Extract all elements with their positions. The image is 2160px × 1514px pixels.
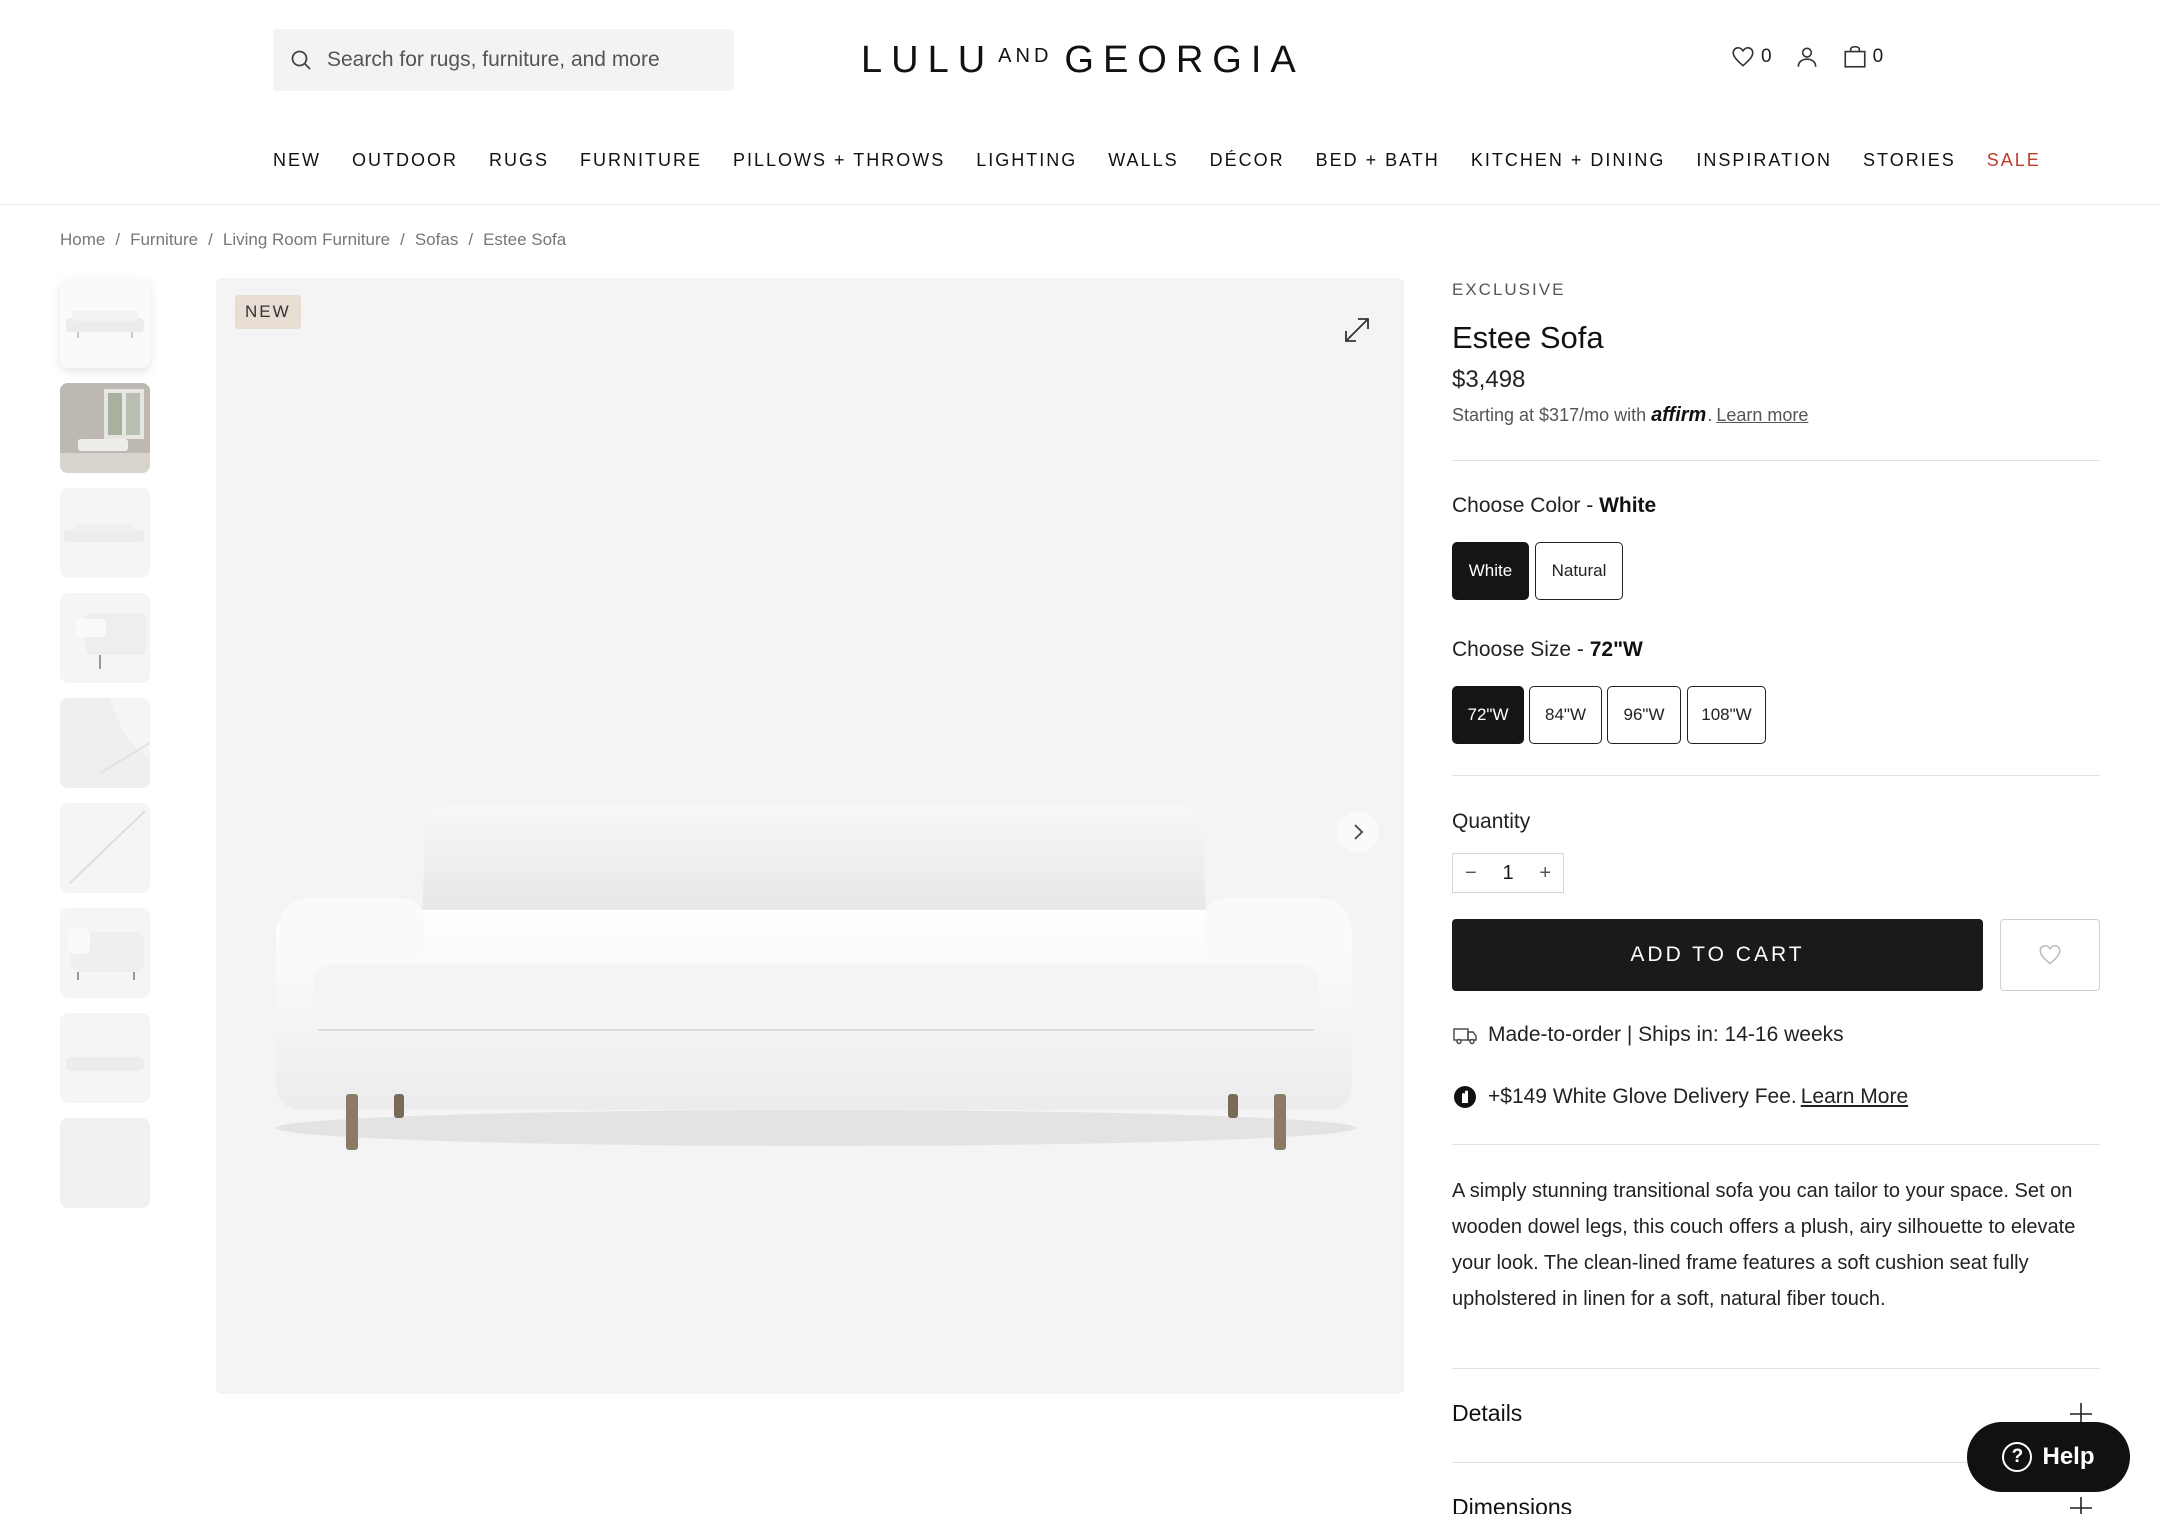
header-divider (0, 204, 2160, 205)
accordion-details-label: Details (1452, 1400, 1523, 1426)
add-to-cart-button[interactable]: ADD TO CART (1452, 919, 1983, 991)
minus-icon[interactable]: − (1465, 862, 1477, 885)
accordion-dimensions[interactable]: Dimensions (1452, 1494, 2100, 1514)
divider (1452, 1144, 2100, 1145)
nav-item-decor[interactable]: DÉCOR (1210, 150, 1285, 171)
delivery-text: +$149 White Glove Delivery Fee. (1488, 1085, 1797, 1108)
color-label: Choose Color - White (1452, 494, 1657, 517)
user-icon (1797, 47, 1817, 67)
wishlist-button[interactable]: 0 (1730, 44, 1772, 70)
account-button[interactable] (1794, 44, 1820, 70)
size-option-96[interactable]: 96"W (1607, 686, 1681, 744)
size-label: Choose Size - 72"W (1452, 638, 1643, 661)
product-description: A simply stunning transitional sofa you … (1452, 1180, 2076, 1310)
divider (1452, 1368, 2100, 1369)
plus-icon (2070, 1496, 2092, 1514)
nav-item-new[interactable]: NEW (273, 150, 321, 171)
nav-item-sale[interactable]: SALE (1987, 150, 2041, 171)
size-option-72[interactable]: 72"W (1452, 686, 1524, 744)
financing-text: Starting at $317/mo with (1452, 405, 1647, 425)
question-icon: ? (2002, 1442, 2033, 1472)
divider (1452, 775, 2100, 776)
nav-item-walls[interactable]: WALLS (1108, 150, 1178, 171)
product-title: Estee Sofa (1452, 320, 1604, 355)
affirm-logo: affirm (1651, 404, 1707, 426)
breadcrumb: Home / Furniture / Living Room Furniture / … (60, 230, 567, 250)
logo-word-lulu: LULU (861, 38, 995, 81)
financing-info: Starting at $317/mo with affirm. Learn m… (1452, 404, 1809, 426)
exclusive-label: EXCLUSIVE (1452, 280, 1566, 299)
breadcrumb-home[interactable]: Home (60, 230, 105, 250)
breadcrumb-sofas[interactable]: Sofas (415, 230, 458, 250)
thumbnail-5[interactable] (60, 698, 150, 788)
thumbnail-2[interactable] (60, 383, 150, 473)
main-nav: NEW OUTDOOR RUGS FURNITURE PILLOWS + THR… (273, 150, 2041, 171)
help-button[interactable]: ? Help (1967, 1422, 2130, 1492)
financing-learn-more-link[interactable]: Learn more (1716, 405, 1808, 426)
nav-item-furniture[interactable]: FURNITURE (580, 150, 702, 171)
color-option-natural[interactable]: Natural (1535, 542, 1623, 600)
delivery-info: +$149 White Glove Delivery Fee. Learn Mo… (1452, 1084, 1908, 1110)
cart-button[interactable]: 0 (1842, 44, 1884, 70)
nav-item-kitchen-dining[interactable]: KITCHEN + DINING (1471, 150, 1666, 171)
product-price: $3,498 (1452, 366, 1526, 393)
breadcrumb-furniture[interactable]: Furniture (130, 230, 198, 250)
nav-item-pillows-throws[interactable]: PILLOWS + THROWS (733, 150, 945, 171)
white-glove-icon (1454, 1086, 1476, 1108)
heart-icon (2039, 945, 2061, 965)
cart-count: 0 (1872, 46, 1884, 67)
plus-icon[interactable]: + (1539, 862, 1551, 885)
search-placeholder: Search for rugs, furniture, and more (327, 48, 660, 71)
header-utilities: 0 0 (1730, 44, 1883, 70)
size-option-108[interactable]: 108"W (1687, 686, 1766, 744)
accordion-dimensions-label: Dimensions (1452, 1494, 1573, 1514)
shipping-info: Made-to-order | Ships in: 14-16 weeks (1452, 1022, 1844, 1048)
thumbnail-7[interactable] (60, 908, 150, 998)
expand-icon[interactable] (1338, 311, 1376, 349)
breadcrumb-living-room-furniture[interactable]: Living Room Furniture (223, 230, 390, 250)
nav-item-rugs[interactable]: RUGS (489, 150, 549, 171)
thumbnail-list (60, 278, 150, 1223)
color-option-white[interactable]: White (1452, 542, 1529, 600)
add-to-wishlist-button[interactable] (2000, 919, 2100, 991)
divider (1452, 460, 2100, 461)
thumbnail-4[interactable] (60, 593, 150, 683)
truck-icon (1453, 1028, 1477, 1045)
size-selected: 72"W (1589, 638, 1643, 661)
breadcrumb-current: Estee Sofa (483, 230, 567, 249)
site-logo[interactable]: LULU AND GEORGIA (861, 36, 1305, 84)
logo-word-georgia: GEORGIA (1064, 38, 1305, 81)
shopping-bag-icon (1844, 45, 1866, 68)
size-option-84[interactable]: 84"W (1529, 686, 1602, 744)
thumbnail-9[interactable] (60, 1118, 150, 1208)
search-input[interactable]: Search for rugs, furniture, and more (273, 29, 734, 91)
sofa-illustration (276, 806, 1356, 1150)
delivery-learn-more-link[interactable]: Learn More (1801, 1085, 1908, 1109)
nav-item-inspiration[interactable]: INSPIRATION (1696, 150, 1832, 171)
product-image[interactable]: NEW (216, 278, 1404, 1394)
wishlist-count: 0 (1761, 46, 1772, 67)
search-icon (291, 50, 311, 70)
quantity-value[interactable]: 1 (1502, 862, 1513, 885)
shipping-text: Made-to-order | Ships in: 14-16 weeks (1488, 1023, 1844, 1046)
thumbnail-3[interactable] (60, 488, 150, 578)
nav-item-outdoor[interactable]: OUTDOOR (352, 150, 458, 171)
quantity-stepper: − 1 + (1452, 853, 1564, 893)
nav-item-bed-bath[interactable]: BED + BATH (1316, 150, 1440, 171)
nav-item-stories[interactable]: STORIES (1863, 150, 1956, 171)
logo-word-and: AND (998, 44, 1053, 67)
thumbnail-1[interactable] (60, 278, 150, 368)
nav-item-lighting[interactable]: LIGHTING (976, 150, 1077, 171)
quantity-label: Quantity (1452, 810, 1531, 833)
thumbnail-6[interactable] (60, 803, 150, 893)
thumbnail-8[interactable] (60, 1013, 150, 1103)
heart-icon (1732, 46, 1754, 67)
color-selected: White (1599, 494, 1657, 517)
help-label: Help (2042, 1443, 2095, 1470)
new-badge: NEW (235, 295, 301, 329)
